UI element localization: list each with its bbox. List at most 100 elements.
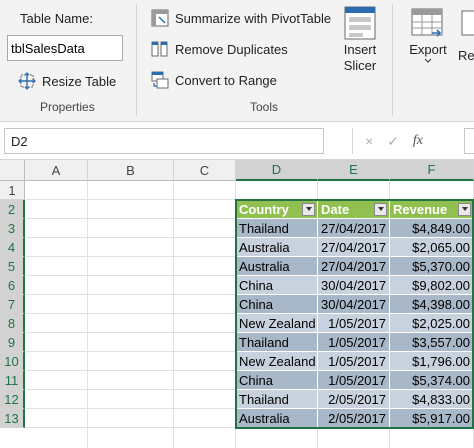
row-header-6[interactable]: 6 xyxy=(0,276,25,295)
column-header-b[interactable]: B xyxy=(88,160,174,181)
table-cell[interactable]: Thailand xyxy=(236,333,318,352)
table-cell[interactable]: $2,065.00 xyxy=(390,238,474,257)
row-header-8[interactable]: 8 xyxy=(0,314,25,333)
tools-group-label: Tools xyxy=(250,100,279,114)
pivottable-icon xyxy=(151,9,169,27)
table-cell[interactable]: 1/05/2017 xyxy=(318,333,390,352)
table-cell[interactable]: $5,374.00 xyxy=(390,371,474,390)
convert-to-range-button[interactable]: Convert to Range xyxy=(151,69,277,91)
column-header-d[interactable]: D xyxy=(236,160,318,181)
table-cell[interactable]: Thailand xyxy=(236,390,318,409)
table-cell[interactable]: $9,802.00 xyxy=(390,276,474,295)
table-cell[interactable]: 2/05/2017 xyxy=(318,409,390,428)
table-cell[interactable]: 1/05/2017 xyxy=(318,371,390,390)
enter-icon[interactable]: ✓ xyxy=(387,133,399,150)
convert-to-range-label: Convert to Range xyxy=(175,72,277,88)
table-cell[interactable]: China xyxy=(236,295,318,314)
row-header-13[interactable]: 13 xyxy=(0,409,25,428)
filter-dropdown-icon[interactable] xyxy=(302,202,315,216)
table-header-label: Revenue xyxy=(393,201,448,217)
row-header-12[interactable]: 12 xyxy=(0,390,25,409)
table-cell[interactable]: 27/04/2017 xyxy=(318,257,390,276)
table-cell[interactable]: 1/05/2017 xyxy=(318,314,390,333)
column-header-e[interactable]: E xyxy=(318,160,390,181)
select-all-corner[interactable] xyxy=(0,160,25,181)
export-table-icon xyxy=(411,8,443,37)
resize-table-icon xyxy=(18,72,36,90)
table-cell[interactable]: 30/04/2017 xyxy=(318,276,390,295)
table-cell[interactable]: $1,796.00 xyxy=(390,352,474,371)
column-header-c[interactable]: C xyxy=(174,160,236,181)
table-cell[interactable]: $2,025.00 xyxy=(390,314,474,333)
resize-table-label: Resize Table xyxy=(42,73,117,89)
table-cell[interactable]: $5,917.00 xyxy=(390,409,474,428)
table-cell[interactable]: $5,370.00 xyxy=(390,257,474,276)
summarize-pivottable-button[interactable]: Summarize with PivotTable xyxy=(151,7,331,29)
table-header-country[interactable]: Country xyxy=(236,200,318,219)
remove-duplicates-button[interactable]: Remove Duplicates xyxy=(151,38,288,60)
table-cell[interactable]: $4,398.00 xyxy=(390,295,474,314)
table-cell[interactable]: $4,833.00 xyxy=(390,390,474,409)
export-button[interactable]: Export xyxy=(406,6,450,64)
formula-input[interactable] xyxy=(464,128,474,154)
table-cell[interactable]: New Zealand xyxy=(236,314,318,333)
filter-dropdown-icon[interactable] xyxy=(458,202,471,216)
table-cell[interactable]: $4,849.00 xyxy=(390,219,474,238)
refresh-icon xyxy=(461,10,474,36)
refresh-label-partial: Re xyxy=(458,48,474,63)
table-cell[interactable]: 30/04/2017 xyxy=(318,295,390,314)
table-cell[interactable]: 2/05/2017 xyxy=(318,390,390,409)
formula-controls: × ✓ fx xyxy=(352,128,470,154)
table-cell[interactable]: China xyxy=(236,276,318,295)
row-header-4[interactable]: 4 xyxy=(0,238,25,257)
table-cell[interactable]: 1/05/2017 xyxy=(318,352,390,371)
table-name-label: Table Name: xyxy=(20,11,93,26)
column-header-f[interactable]: F xyxy=(390,160,474,181)
table-header-label: Country xyxy=(239,201,289,217)
row-header-2[interactable]: 2 xyxy=(0,200,25,219)
chevron-down-icon xyxy=(424,58,432,63)
row-header-1[interactable]: 1 xyxy=(0,181,25,200)
resize-table-button[interactable]: Resize Table xyxy=(18,70,116,92)
group-divider xyxy=(392,4,393,116)
properties-group-label: Properties xyxy=(40,100,95,114)
table-cell[interactable]: 27/04/2017 xyxy=(318,238,390,257)
group-divider xyxy=(136,4,137,116)
filter-dropdown-icon[interactable] xyxy=(374,202,387,216)
column-header-a[interactable]: A xyxy=(25,160,88,181)
table-cell[interactable]: $3,557.00 xyxy=(390,333,474,352)
table-header-revenue[interactable]: Revenue xyxy=(390,200,474,219)
table-cell[interactable]: Thailand xyxy=(236,219,318,238)
table-name-input[interactable] xyxy=(7,35,123,61)
row-header-7[interactable]: 7 xyxy=(0,295,25,314)
formula-bar: D2 × ✓ fx xyxy=(0,122,474,160)
convert-to-range-icon xyxy=(151,71,169,89)
table-cell[interactable]: Australia xyxy=(236,238,318,257)
row-header-10[interactable]: 10 xyxy=(0,352,25,371)
export-label: Export xyxy=(409,42,447,57)
worksheet-grid[interactable]: A B C D E F 1 2 3 4 5 6 7 8 9 10 11 12 13 Country Date Revenu… xyxy=(0,160,474,448)
table-cell[interactable]: New Zealand xyxy=(236,352,318,371)
row-header-3[interactable]: 3 xyxy=(0,219,25,238)
name-box[interactable]: D2 xyxy=(4,128,324,154)
row-header-5[interactable]: 5 xyxy=(0,257,25,276)
table-header-date[interactable]: Date xyxy=(318,200,390,219)
insert-function-icon[interactable]: fx xyxy=(413,133,423,149)
table-cell[interactable]: 27/04/2017 xyxy=(318,219,390,238)
ribbon: Table Name: Resize Table Properties Summ… xyxy=(0,0,474,122)
slicer-icon xyxy=(344,6,376,40)
table-cell[interactable]: Australia xyxy=(236,257,318,276)
insert-slicer-button[interactable]: Insert Slicer xyxy=(338,6,382,74)
cancel-icon[interactable]: × xyxy=(365,133,373,149)
table-cell[interactable]: China xyxy=(236,371,318,390)
row-header-11[interactable]: 11 xyxy=(0,371,25,390)
summarize-pivottable-label: Summarize with PivotTable xyxy=(175,10,332,26)
remove-duplicates-icon xyxy=(151,41,168,57)
remove-duplicates-label: Remove Duplicates xyxy=(175,41,288,57)
insert-slicer-label-line2: Slicer xyxy=(343,58,377,73)
insert-slicer-label-line1: Insert xyxy=(343,42,377,57)
refresh-button[interactable]: Re xyxy=(458,6,474,64)
table-header-label: Date xyxy=(321,201,350,217)
row-header-9[interactable]: 9 xyxy=(0,333,25,352)
table-cell[interactable]: Australia xyxy=(236,409,318,428)
